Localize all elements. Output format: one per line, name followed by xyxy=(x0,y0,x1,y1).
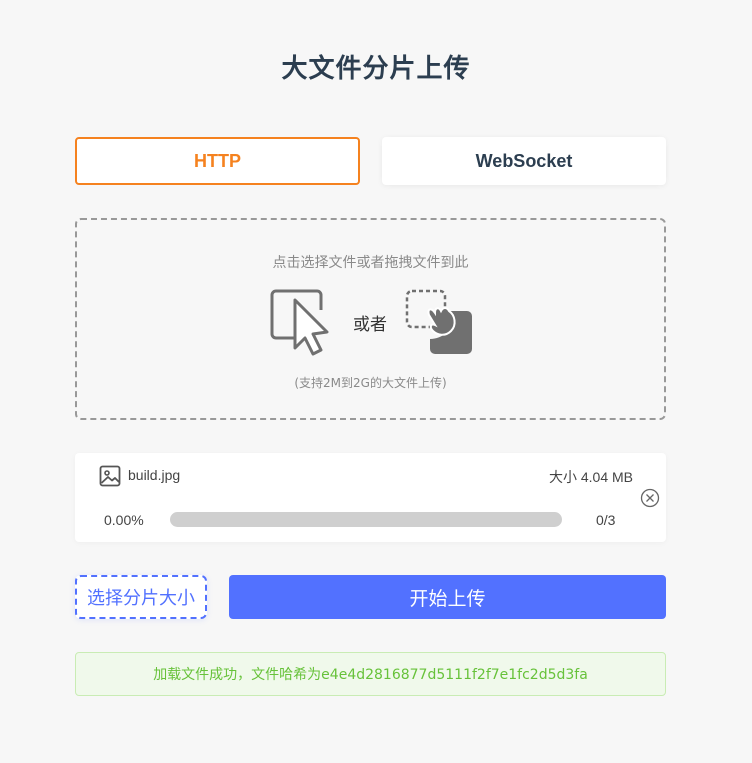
file-name: build.jpg xyxy=(128,467,181,483)
file-card: build.jpg 大小 4.04 MB 0.00% 0/3 xyxy=(75,453,666,542)
page-title: 大文件分片上传 xyxy=(281,54,471,84)
cursor-click-icon xyxy=(270,289,329,356)
progress-percent: 0.00% xyxy=(104,512,144,528)
success-alert: 加载文件成功，文件哈希为e4e4d2816877d5111f2f7e1fc2d5… xyxy=(75,652,666,696)
drag-drop-icon xyxy=(405,289,472,354)
start-upload-button[interactable]: 开始上传 xyxy=(229,575,666,619)
file-size: 大小 4.04 MB xyxy=(548,469,633,485)
file-dropzone[interactable]: 点击选择文件或者拖拽文件到此 或者 (支持2M到2G的大文件上传) xyxy=(75,218,666,420)
tab-websocket[interactable]: WebSocket xyxy=(382,137,666,185)
tab-http[interactable]: HTTP xyxy=(75,137,360,185)
dropzone-hint: 点击选择文件或者拖拽文件到此 xyxy=(272,255,469,271)
chunk-count: 0/3 xyxy=(596,512,616,528)
dropzone-note: (支持2M到2G的大文件上传) xyxy=(294,376,447,390)
close-icon[interactable] xyxy=(640,488,660,508)
select-chunk-size-button[interactable]: 选择分片大小 xyxy=(75,575,207,619)
image-icon xyxy=(99,465,121,487)
progress-bar xyxy=(170,512,562,527)
dropzone-icons: 或者 xyxy=(77,288,664,358)
dropzone-or-text: 或者 xyxy=(353,315,387,335)
